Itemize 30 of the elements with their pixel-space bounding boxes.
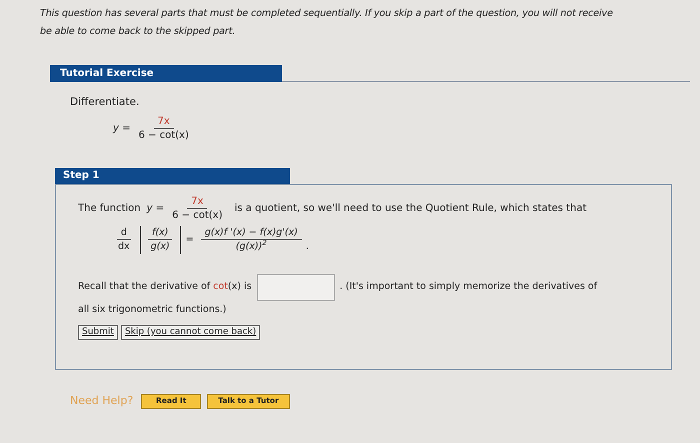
fraction-denominator: (g(x))$^{2}$: [234, 240, 268, 254]
fraction-numerator: 7x: [187, 194, 208, 209]
fraction-numerator: 7x: [154, 114, 174, 129]
fraction-denominator: g(x): [150, 240, 171, 254]
sentence-text: Recall that the derivative of: [78, 280, 210, 294]
fraction-denominator: 6 − cot(x): [171, 208, 224, 223]
section-header: Tutorial Exercise: [50, 65, 282, 82]
derivative-denominator: dx: [117, 240, 131, 254]
function-name: cot: [213, 280, 228, 294]
step-button[interactable]: Submit: [78, 325, 118, 340]
sentence-text: (x) is: [228, 280, 252, 294]
help-label: Need Help?: [70, 392, 134, 409]
equals-sign: =: [186, 232, 194, 247]
section-header: Step 1: [55, 168, 290, 184]
equation-lhs: y =: [113, 122, 130, 136]
notice-text: This question has several parts that must be completed sequentially. If you skip a part of the question, you will not receive: [40, 7, 613, 21]
notice-text: be able to come back to the skipped part.: [40, 25, 236, 39]
sentence-text: The function: [78, 202, 141, 216]
equation-lhs: y =: [146, 202, 164, 216]
sentence-text: . (It's important to simply memorize the derivatives of: [340, 280, 598, 294]
derivative-numerator: d: [116, 226, 131, 240]
fraction-numerator: g(x)f '(x) − f(x)g'(x): [200, 226, 302, 240]
instruction-text: Differentiate.: [70, 95, 140, 110]
answer-field[interactable]: [256, 274, 335, 301]
sentence-text: all six trigonometric functions.): [78, 302, 226, 317]
fraction-numerator: f(x): [148, 226, 172, 240]
step-button[interactable]: Skip (you cannot come back): [120, 325, 260, 340]
sentence-text: is a quotient, so we'll need to use the Quotient Rule, which states that: [234, 202, 586, 216]
period-mark: .: [306, 240, 309, 254]
fraction-denominator: 6 − cot(x): [137, 128, 190, 143]
